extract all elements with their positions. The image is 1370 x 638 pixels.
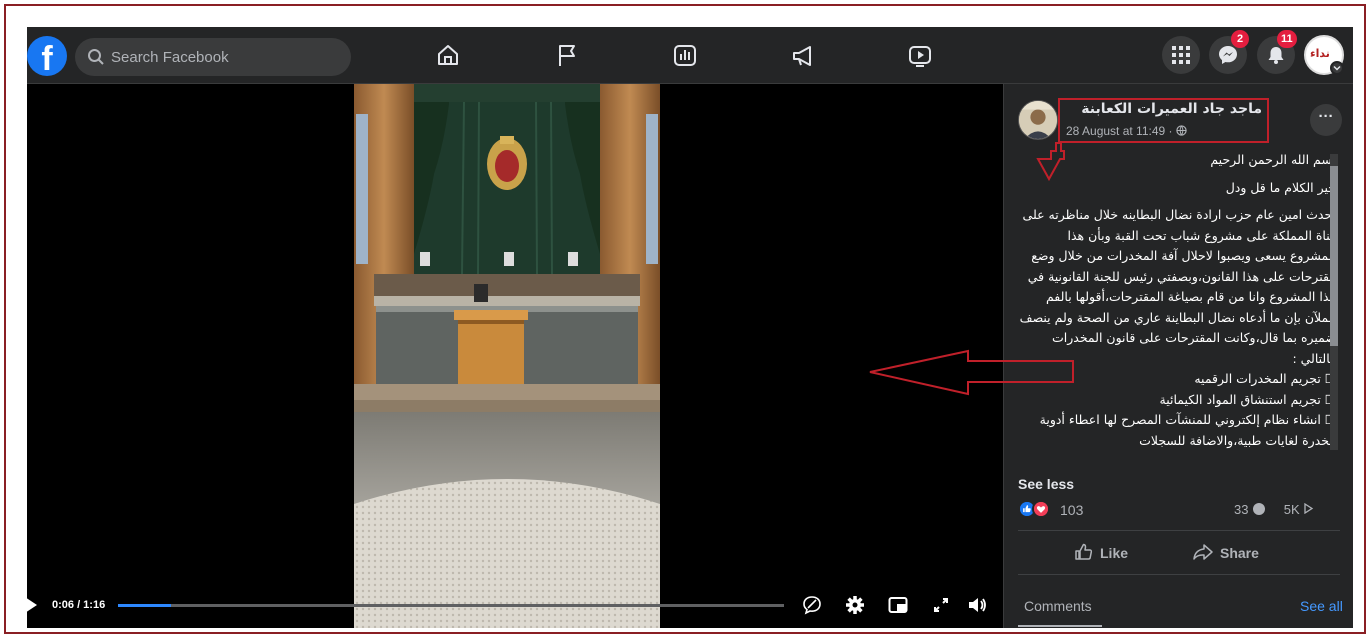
- post-paragraph: تحدث امين عام حزب ارادة نضال البطاينه خل…: [1019, 207, 1336, 366]
- reaction-count: 103: [1060, 502, 1084, 518]
- divider: [1018, 530, 1340, 531]
- notifications-badge: 11: [1277, 30, 1297, 48]
- shares-count[interactable]: 5K: [1284, 502, 1300, 517]
- post-scrollbar[interactable]: [1330, 154, 1338, 450]
- video-frame-parliament-hall[interactable]: [354, 84, 660, 628]
- home-icon[interactable]: [435, 41, 461, 69]
- search-input[interactable]: [111, 38, 341, 76]
- share-button[interactable]: Share: [1192, 542, 1259, 562]
- post-text: بسم الله الرحمن الرحيم خير الكلام ما قل …: [1018, 150, 1336, 450]
- post-list-item: ☐ تجريم استنشاق المواد الكيمائية: [1159, 391, 1336, 407]
- search-box[interactable]: [75, 38, 351, 76]
- screenshot-frame: f Search Facebook 2 11 نداء 0:06 / 1:16 …: [4, 4, 1366, 634]
- pages-flag-icon[interactable]: [554, 41, 580, 69]
- see-less-link[interactable]: See less: [1018, 476, 1074, 492]
- fullscreen-icon[interactable]: [931, 595, 951, 615]
- post-list-item: ☐ تجريم المخدرات الرقميه: [1194, 371, 1336, 386]
- post-panel: ماجد جاد العميرات الكعابنة 28 August at …: [1003, 84, 1353, 628]
- notifications-button[interactable]: 11: [1257, 30, 1297, 74]
- search-icon: [88, 49, 104, 65]
- share-label: Share: [1220, 545, 1259, 561]
- captions-off-icon[interactable]: [802, 595, 822, 615]
- post-paragraph: خير الكلام ما قل ودل: [1225, 179, 1336, 195]
- facebook-window: f Search Facebook 2 11 نداء 0:06 / 1:16 …: [27, 27, 1353, 628]
- share-arrow-small-icon: [1304, 502, 1314, 515]
- messenger-icon: [1219, 46, 1237, 64]
- play-icon[interactable]: [27, 597, 37, 613]
- annotation-highlight-box: [1058, 98, 1269, 143]
- comment-bubble-icon: [1253, 503, 1266, 515]
- chevron-down-icon[interactable]: [1330, 61, 1344, 75]
- love-reaction-icon: [1032, 500, 1050, 518]
- video-player[interactable]: 0:06 / 1:16: [27, 84, 1003, 628]
- facebook-logo[interactable]: f: [27, 36, 67, 76]
- like-label: Like: [1100, 545, 1129, 561]
- share-icon: [1193, 544, 1213, 560]
- tab-active-underline: [1018, 625, 1102, 627]
- messenger-badge: 2: [1231, 30, 1249, 48]
- video-controls: 0:06 / 1:16: [27, 591, 1003, 621]
- bell-icon: [1268, 47, 1284, 64]
- post-paragraph: بسم الله الرحمن الرحيم: [1210, 152, 1336, 167]
- watch-icon[interactable]: [907, 41, 933, 69]
- like-button[interactable]: Like: [1074, 542, 1128, 562]
- author-avatar[interactable]: [1018, 100, 1058, 140]
- video-progress-fill: [118, 604, 171, 607]
- avatar-logo-text: نداء: [1310, 47, 1330, 60]
- menu-button[interactable]: [1162, 36, 1200, 74]
- video-time: 0:06 / 1:16: [52, 599, 106, 611]
- top-navigation-bar: f Search Facebook 2 11 نداء: [27, 27, 1353, 84]
- engagement-stats: 33 5K: [1234, 502, 1314, 517]
- see-all-link[interactable]: See all: [1300, 598, 1343, 614]
- video-progress-bar[interactable]: [118, 604, 784, 607]
- picture-in-picture-icon[interactable]: [888, 595, 908, 615]
- ads-megaphone-icon[interactable]: [790, 41, 816, 69]
- dashboard-icon[interactable]: [672, 41, 698, 69]
- more-options-button[interactable]: ···: [1310, 104, 1342, 136]
- comments-count[interactable]: 33: [1234, 502, 1248, 517]
- tab-comments[interactable]: Comments: [1024, 598, 1092, 614]
- scrollbar-thumb[interactable]: [1330, 166, 1338, 346]
- grid-menu-icon: [1172, 46, 1190, 64]
- thumbs-up-icon: [1075, 543, 1093, 560]
- settings-gear-icon[interactable]: [845, 595, 865, 615]
- volume-icon[interactable]: [967, 595, 987, 615]
- post-list-item: ☐ انشاء نظام إلكتروني للمنشآت المصرح لها…: [1039, 412, 1336, 448]
- messenger-button[interactable]: 2: [1209, 30, 1249, 74]
- divider: [1018, 574, 1340, 575]
